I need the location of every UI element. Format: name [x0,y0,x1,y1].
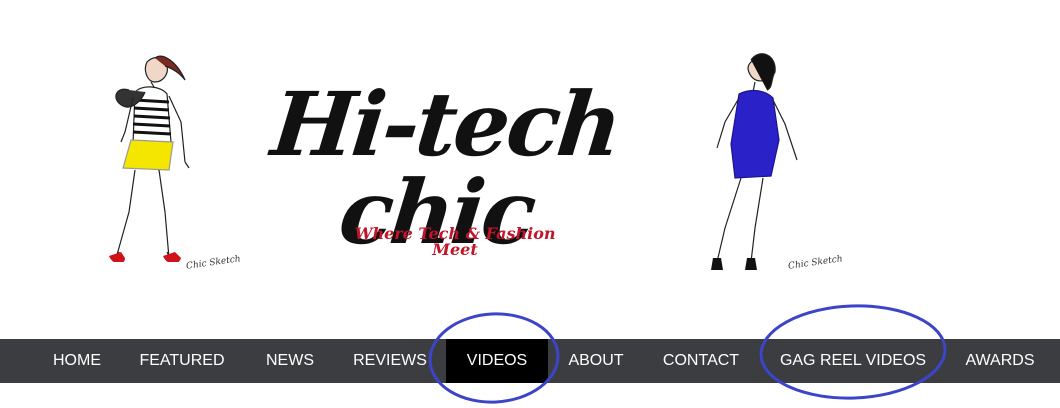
nav-item-about[interactable]: ABOUT [556,339,636,383]
site-tagline: Where Tech & Fashion Meet [354,224,556,259]
nav-item-reviews[interactable]: REVIEWS [342,339,438,383]
nav-item-news[interactable]: NEWS [252,339,328,383]
nav-item-home[interactable]: HOME [36,339,118,383]
nav-item-contact[interactable]: CONTACT [650,339,752,383]
header-banner[interactable]: Chic Sketch Hi-tech chic Where Tech & Fa… [0,0,1060,338]
fashion-sketch-right-image [711,53,798,270]
nav-item-featured[interactable]: FEATURED [126,339,238,383]
nav-item-awards[interactable]: AWARDS [952,339,1048,383]
nav-item-gag-reel-videos[interactable]: GAG REEL VIDEOS [768,339,938,383]
main-navigation: HOME FEATURED NEWS REVIEWS VIDEOS ABOUT … [0,339,1060,383]
nav-item-videos[interactable]: VIDEOS [446,339,548,383]
